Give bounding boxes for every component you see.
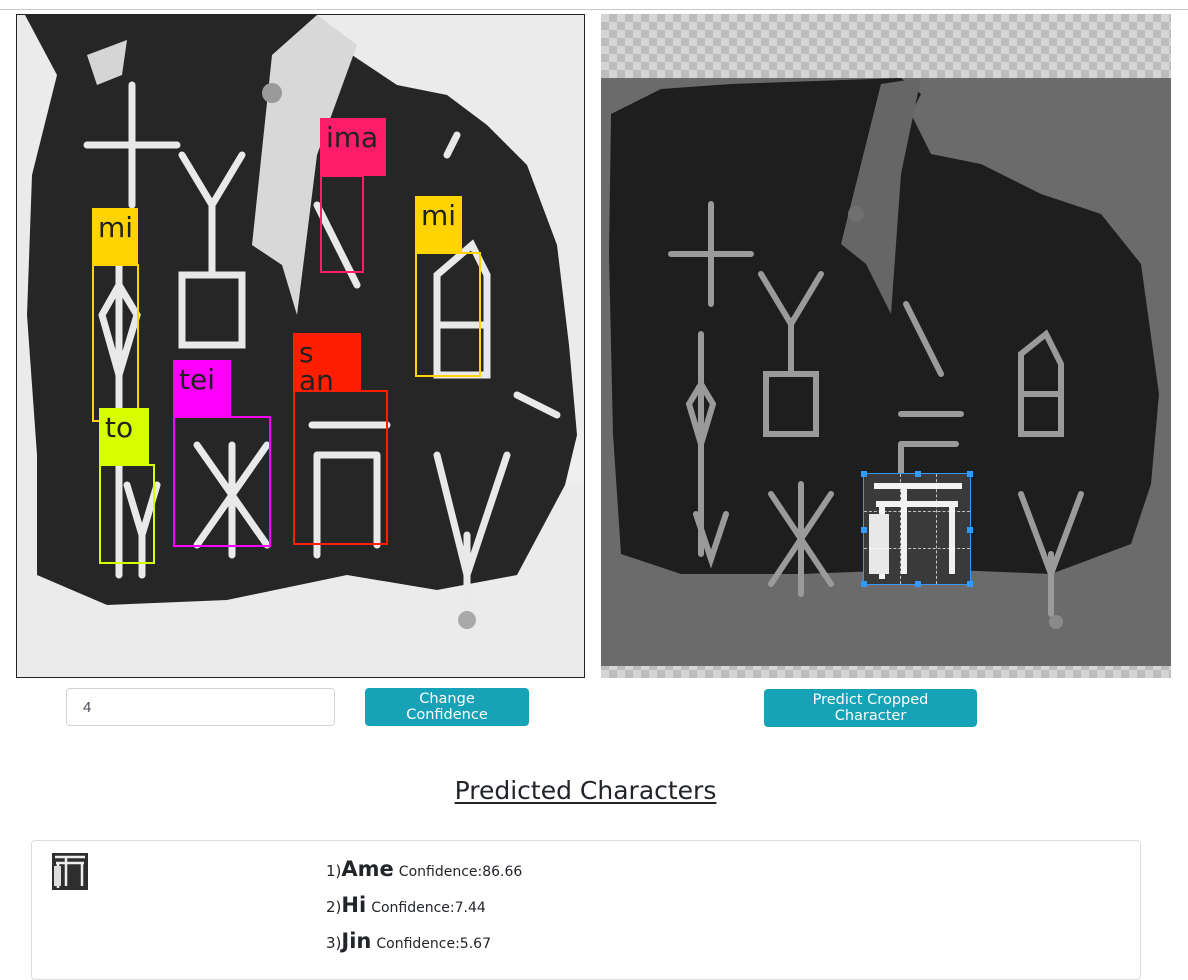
prediction-rank: 2): [326, 898, 342, 916]
prediction-confidence: Confidence:86.66: [398, 864, 523, 880]
detection-box-to: [99, 464, 155, 564]
prediction-result-card: 1) Ame Confidence:86.66 2) Hi Confidence:7.4…: [31, 840, 1141, 980]
browser-address-bar-edge: [0, 0, 1188, 10]
prediction-name: Jin: [341, 929, 372, 953]
detection-label-san: s an: [293, 333, 361, 395]
prediction-confidence: Confidence:7.44: [371, 900, 486, 916]
prediction-rank: 3): [326, 934, 342, 952]
prediction-name: Hi: [341, 893, 367, 917]
prediction-rank: 1): [326, 862, 342, 880]
detection-box-mi-right: [415, 252, 481, 377]
annotated-inscription-image: mi ima mi s an tei to: [16, 14, 585, 678]
crop-guide-line: [864, 548, 970, 549]
prediction-item: 1) Ame Confidence:86.66: [326, 857, 522, 893]
crop-handle-n[interactable]: [915, 471, 921, 477]
crop-handle-e[interactable]: [967, 527, 973, 533]
crop-guide-line: [900, 474, 901, 584]
detection-box-san: [293, 390, 388, 545]
detection-label-mi-left: mi: [92, 208, 138, 265]
prediction-item: 3) Jin Confidence:5.67: [326, 929, 522, 965]
prediction-list: 1) Ame Confidence:86.66 2) Hi Confidence:7.4…: [326, 857, 522, 965]
detection-label-mi-right: mi: [415, 196, 462, 253]
detection-box-mi-left: [92, 264, 139, 422]
cropped-character-thumbnail: [52, 853, 88, 890]
detection-label-to: to: [99, 408, 149, 465]
crop-handle-s[interactable]: [915, 581, 921, 587]
prediction-item: 2) Hi Confidence:7.44: [326, 893, 522, 929]
prediction-confidence: Confidence:5.67: [376, 936, 491, 952]
prediction-name: Ame: [341, 857, 394, 881]
crop-handle-w[interactable]: [861, 527, 867, 533]
crop-handle-nw[interactable]: [861, 471, 867, 477]
confidence-input[interactable]: [66, 688, 335, 726]
detection-box-tei: [173, 416, 271, 547]
crop-handle-ne[interactable]: [967, 471, 973, 477]
crop-guide-line: [936, 474, 937, 584]
crop-handle-sw[interactable]: [861, 581, 867, 587]
cropped-region-content: [864, 474, 970, 584]
predicted-characters-heading: Predicted Characters: [454, 776, 717, 805]
detection-box-ima: [320, 175, 364, 273]
predict-cropped-character-button[interactable]: Predict Cropped Character: [764, 689, 977, 727]
change-confidence-button[interactable]: Change Confidence: [365, 688, 529, 726]
crop-selection-box[interactable]: [861, 471, 973, 587]
detection-label-tei: tei: [173, 360, 231, 418]
crop-editor-image[interactable]: [601, 14, 1171, 678]
crop-guide-line: [864, 511, 970, 512]
detection-label-ima: ima: [320, 118, 386, 176]
crop-handle-se[interactable]: [967, 581, 973, 587]
